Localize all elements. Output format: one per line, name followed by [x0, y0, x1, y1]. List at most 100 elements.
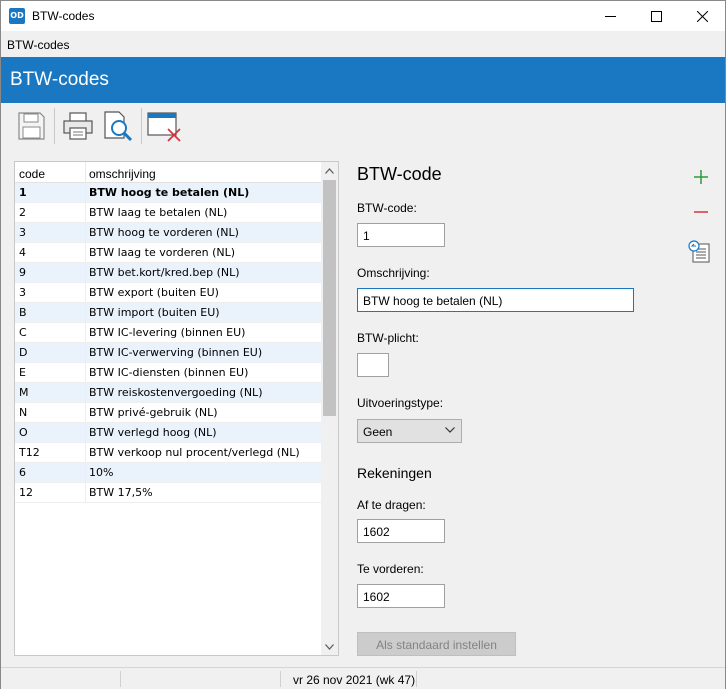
set-default-button[interactable]: Als standaard instellen [357, 632, 516, 656]
table-row[interactable]: 2 BTW laag te betalen (NL) [15, 203, 321, 223]
cell-code: D [19, 346, 28, 359]
omschrijving-field[interactable]: BTW hoog te betalen (NL) [357, 288, 634, 312]
print-preview-icon [104, 111, 133, 142]
minimize-button[interactable] [587, 1, 633, 31]
table-row[interactable]: O BTW verlegd hoog (NL) [15, 423, 321, 443]
toolbar-separator [141, 108, 142, 144]
print-button[interactable] [60, 108, 96, 144]
af-te-dragen-field[interactable]: 1602 [357, 519, 445, 543]
cell-code: 3 [19, 226, 26, 239]
column-divider [85, 383, 86, 403]
toolbar-separator [54, 108, 55, 144]
te-vorderen-field[interactable]: 1602 [357, 584, 445, 608]
details-button[interactable] [688, 240, 712, 264]
chevron-down-icon [445, 427, 455, 433]
af-te-dragen-label: Af te dragen: [357, 498, 426, 512]
chevron-down-icon [325, 643, 334, 650]
column-header-description[interactable]: omschrijving [89, 167, 156, 181]
cell-description: BTW laag te vorderen (NL) [89, 246, 236, 259]
close-window-button[interactable] [146, 108, 182, 144]
column-divider [85, 463, 86, 483]
table-row[interactable]: 4 BTW laag te vorderen (NL) [15, 243, 321, 263]
status-cell [1, 671, 121, 687]
table-row[interactable]: 3 BTW hoog te vorderen (NL) [15, 223, 321, 243]
cell-description: BTW reiskostenvergoeding (NL) [89, 386, 263, 399]
scroll-down-button[interactable] [321, 638, 338, 655]
app-logo: OD [9, 8, 25, 24]
maximize-button[interactable] [633, 1, 679, 31]
column-divider [85, 363, 86, 383]
column-divider [85, 162, 86, 183]
form-title: BTW-code [357, 164, 442, 184]
table-row[interactable]: B BTW import (buiten EU) [15, 303, 321, 323]
cell-code: E [19, 366, 26, 379]
print-preview-button[interactable] [100, 108, 136, 144]
table-row[interactable]: M BTW reiskostenvergoeding (NL) [15, 383, 321, 403]
close-icon [696, 10, 708, 22]
window-title: BTW-codes [32, 9, 95, 23]
btw-plicht-field[interactable] [357, 353, 389, 377]
scrollbar-thumb[interactable] [323, 180, 336, 416]
cell-description: BTW verkoop nul procent/verlegd (NL) [89, 446, 300, 459]
chevron-up-icon [325, 167, 334, 174]
table-row[interactable]: E BTW IC-diensten (binnen EU) [15, 363, 321, 383]
table-header: code omschrijving [15, 162, 321, 183]
page-title: BTW-codes [10, 69, 109, 90]
table-row[interactable]: N BTW privé-gebruik (NL) [15, 403, 321, 423]
scroll-up-button[interactable] [321, 162, 338, 179]
toolbar [1, 104, 725, 148]
cell-description: BTW 17,5% [89, 486, 153, 499]
minimize-icon [604, 15, 616, 17]
table-body: 1 BTW hoog te betalen (NL) 2 BTW laag te be… [15, 183, 321, 503]
uitvoeringstype-value: Geen [363, 425, 393, 439]
print-icon [63, 112, 93, 140]
maximize-icon [650, 10, 662, 22]
cell-description: 10% [89, 466, 114, 479]
remove-button[interactable] [689, 200, 713, 224]
rekeningen-heading: Rekeningen [357, 465, 432, 481]
add-button[interactable] [689, 165, 713, 189]
cell-description: BTW hoog te vorderen (NL) [89, 226, 239, 239]
table-row[interactable]: 12 BTW 17,5% [15, 483, 321, 503]
cell-description: BTW IC-levering (binnen EU) [89, 326, 246, 339]
uitvoeringstype-select[interactable]: Geen [357, 419, 462, 443]
table-row[interactable]: 3 BTW export (buiten EU) [15, 283, 321, 303]
btw-code-table[interactable]: code omschrijving 1 BTW hoog te betalen (… [14, 161, 339, 656]
close-window-icon [147, 112, 181, 142]
cell-description: BTW hoog te betalen (NL) [89, 186, 250, 199]
column-divider [85, 303, 86, 323]
app-window: OD BTW-codes BTW-codes BTW-codes code om… [0, 0, 726, 689]
cell-code: 1 [19, 186, 27, 199]
table-row[interactable]: T12 BTW verkoop nul procent/verlegd (NL) [15, 443, 321, 463]
menu-btw-codes[interactable]: BTW-codes [7, 38, 69, 52]
close-button[interactable] [679, 1, 725, 31]
status-cell [121, 671, 281, 687]
cell-code: T12 [19, 446, 40, 459]
save-button[interactable] [13, 108, 49, 144]
cell-description: BTW laag te betalen (NL) [89, 206, 228, 219]
cell-code: O [19, 426, 28, 439]
column-divider [85, 263, 86, 283]
table-row[interactable]: D BTW IC-verwerving (binnen EU) [15, 343, 321, 363]
table-row[interactable]: 9 BTW bet.kort/kred.bep (NL) [15, 263, 321, 283]
btw-code-label: BTW-code: [357, 201, 417, 215]
column-header-code[interactable]: code [19, 167, 45, 181]
cell-code: 12 [19, 486, 33, 499]
column-divider [85, 423, 86, 443]
cell-code: M [19, 386, 29, 399]
table-row[interactable]: 6 10% [15, 463, 321, 483]
plus-icon [694, 170, 708, 184]
cell-code: 2 [19, 206, 26, 219]
column-divider [85, 283, 86, 303]
cell-description: BTW IC-diensten (binnen EU) [89, 366, 249, 379]
btw-plicht-label: BTW-plicht: [357, 331, 419, 345]
btw-code-field[interactable]: 1 [357, 223, 445, 247]
column-divider [85, 243, 86, 263]
status-bar: vr 26 nov 2021 (wk 47) [1, 667, 725, 689]
cell-code: B [19, 306, 27, 319]
column-divider [85, 403, 86, 423]
table-row[interactable]: 1 BTW hoog te betalen (NL) [15, 183, 321, 203]
details-icon [688, 240, 710, 263]
vertical-scrollbar[interactable] [321, 162, 338, 655]
table-row[interactable]: C BTW IC-levering (binnen EU) [15, 323, 321, 343]
